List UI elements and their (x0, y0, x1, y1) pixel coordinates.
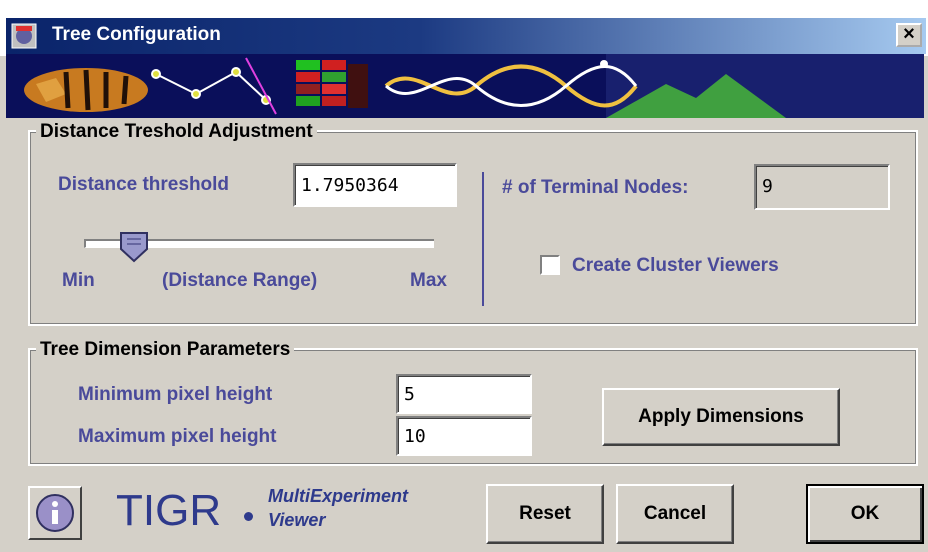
reset-button[interactable]: Reset (486, 484, 604, 544)
window-title: Tree Configuration (52, 24, 221, 45)
info-button[interactable] (28, 486, 82, 540)
info-icon (36, 494, 74, 532)
create-cluster-viewers-label[interactable]: Create Cluster Viewers (572, 255, 779, 277)
max-pixel-height-input[interactable]: 10 (396, 416, 532, 456)
logo-bullet (244, 512, 253, 521)
slider-max-label: Max (410, 270, 447, 291)
distance-threshold-group (28, 130, 918, 326)
tree-configuration-dialog: Tree Configuration × Distance Treshold A… (0, 0, 928, 552)
slider-min-label: Min (62, 270, 95, 291)
microarray-grid (296, 60, 368, 108)
cancel-button[interactable]: Cancel (616, 484, 734, 544)
logo-viewer: Viewer (268, 510, 326, 530)
tigr-logo: TIGR (116, 486, 222, 535)
ok-button[interactable]: OK (806, 484, 924, 544)
min-pixel-height-label: Minimum pixel height (78, 384, 273, 405)
app-icon (11, 23, 37, 49)
vertical-separator (482, 172, 484, 306)
distance-group-title: Distance Treshold Adjustment (36, 121, 317, 143)
dimension-group-title: Tree Dimension Parameters (36, 339, 295, 361)
distance-slider-thumb[interactable] (119, 231, 149, 263)
distance-threshold-input[interactable]: 1.7950364 (293, 163, 457, 207)
max-pixel-height-label: Maximum pixel height (78, 426, 277, 447)
create-cluster-viewers-checkbox[interactable] (540, 255, 560, 275)
logo-multiexperiment: MultiExperiment (268, 486, 409, 506)
apply-dimensions-button[interactable]: Apply Dimensions (602, 388, 840, 446)
distance-threshold-label: Distance threshold (58, 174, 230, 195)
min-pixel-height-input[interactable]: 5 (396, 374, 532, 414)
slider-range-label: (Distance Range) (162, 270, 318, 291)
terminal-nodes-field: 9 (754, 164, 890, 210)
banner-image (6, 54, 924, 118)
title-bar: Tree Configuration × (0, 0, 928, 56)
close-button[interactable]: × (896, 23, 922, 47)
terminal-nodes-label: # of Terminal Nodes: (502, 177, 689, 198)
